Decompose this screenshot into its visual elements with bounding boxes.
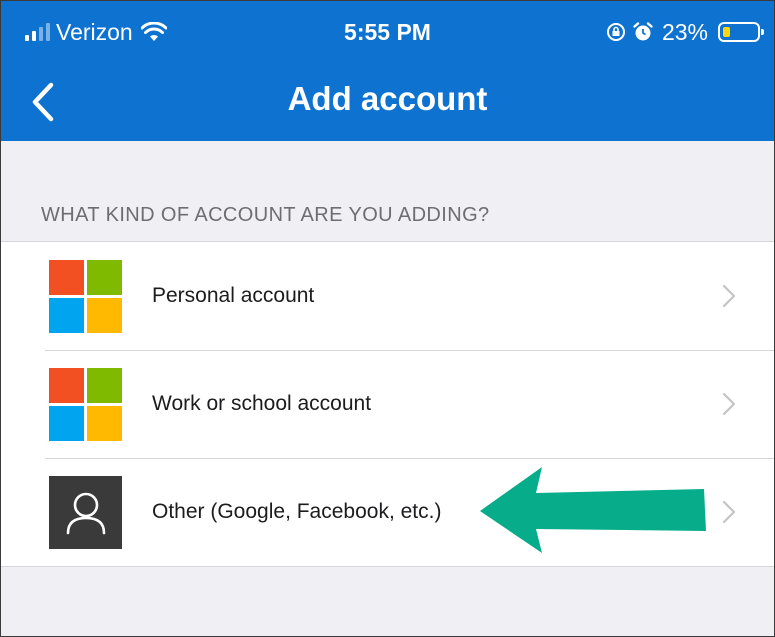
row-label: Personal account [152,284,315,307]
page-title: Add account [287,80,488,117]
rotation-lock-icon [606,23,625,41]
status-bar: Verizon 5:55 PM 23% [1,1,774,63]
battery-icon [718,22,764,42]
battery-level [723,27,730,37]
annotation-arrow-icon [480,467,706,553]
chevron-right-icon [722,500,736,524]
chevron-right-icon [722,392,736,416]
alarm-icon [633,22,653,41]
person-icon [49,476,122,549]
work-school-account-row[interactable]: Work or school account [1,350,774,458]
microsoft-logo-icon [49,368,122,441]
chevron-right-icon [722,284,736,308]
personal-account-row[interactable]: Personal account [1,242,774,350]
battery-percent: 23% [661,18,708,45]
nav-bar: Add account [1,63,774,141]
app-screen: Verizon 5:55 PM 23% Add account WHAT KIN… [0,0,775,637]
row-label: Other (Google, Facebook, etc.) [152,500,442,523]
section-header: WHAT KIND OF ACCOUNT ARE YOU ADDING? [41,204,490,226]
status-right: 23% [606,17,764,47]
microsoft-logo-icon [49,260,122,333]
row-label: Work or school account [152,392,372,415]
